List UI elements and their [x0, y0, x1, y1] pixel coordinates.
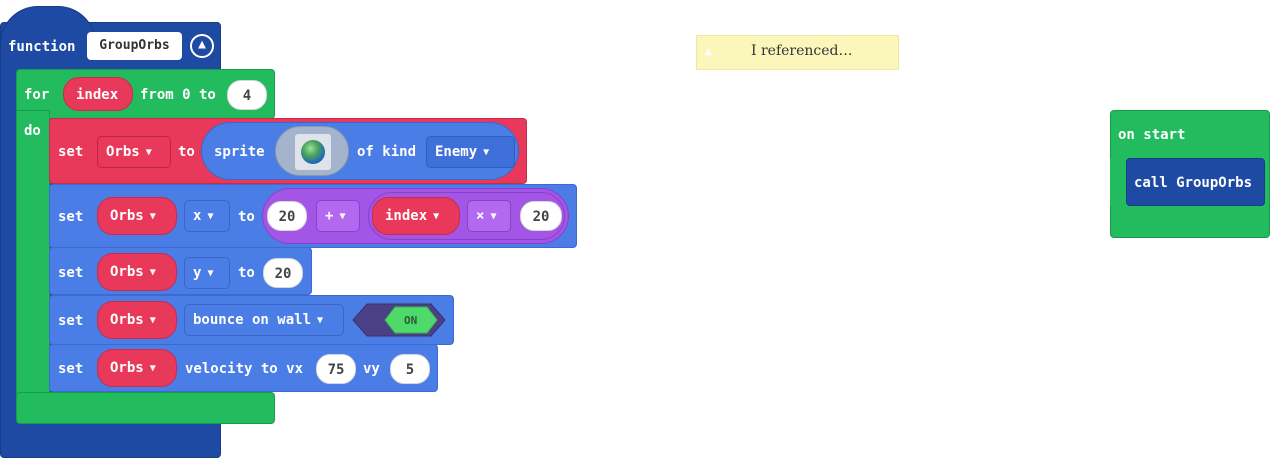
caret-down-icon: ▼ — [145, 147, 152, 158]
operator-dropdown-label: + — [325, 208, 334, 224]
caret-down-icon: ▼ — [207, 268, 214, 279]
for-loop-bottom — [16, 392, 275, 424]
function-keyword: function — [8, 39, 76, 55]
property-dropdown-label: x — [193, 208, 202, 224]
for-range-label: from 0 to — [140, 87, 216, 103]
call-function-label: call GroupOrbs — [1134, 175, 1253, 191]
loop-variable-index[interactable]: index — [63, 77, 133, 111]
caret-down-icon: ▼ — [149, 267, 156, 278]
caret-down-icon: ▼ — [490, 211, 497, 222]
toggle-state-label: ON — [404, 314, 418, 327]
property-dropdown-y[interactable]: y ▼ — [184, 257, 230, 289]
variable-dropdown-orbs[interactable]: Orbs ▼ — [97, 136, 171, 168]
vy-label: vy — [363, 361, 380, 377]
index-variable-label: index — [385, 208, 428, 224]
orb-icon — [301, 140, 325, 164]
on-start-notch — [1110, 158, 1124, 206]
index-variable[interactable]: index ▼ — [372, 197, 460, 235]
set-label: set — [58, 209, 84, 225]
set-label: set — [58, 265, 84, 281]
to-label: to — [178, 144, 195, 160]
variable-dropdown-orbs[interactable]: Orbs ▼ — [97, 301, 177, 339]
caret-down-icon: ▼ — [207, 211, 214, 222]
flag-dropdown-label: bounce on wall — [193, 312, 312, 328]
comment-collapse-icon[interactable]: ▲ — [705, 47, 712, 57]
variable-dropdown-label: Orbs — [106, 144, 140, 160]
y-value-input[interactable]: 20 — [263, 258, 303, 288]
comment-note[interactable]: ▲ I referenced… — [696, 35, 899, 70]
sprite-image-picker[interactable] — [275, 126, 349, 176]
set-label: set — [58, 144, 84, 160]
sprite-thumbnail — [295, 134, 331, 170]
velocity-label: velocity to vx — [185, 361, 304, 377]
caret-down-icon: ▼ — [317, 315, 324, 326]
loop-end-input[interactable]: 4 — [227, 80, 267, 110]
property-dropdown-label: y — [193, 265, 202, 281]
operator-dropdown-label: × — [476, 208, 485, 224]
vy-input[interactable]: 5 — [390, 354, 430, 384]
flag-dropdown[interactable]: bounce on wall ▼ — [184, 304, 344, 336]
of-kind-label: of kind — [357, 144, 417, 160]
to-label: to — [238, 209, 255, 225]
do-label: do — [24, 123, 41, 139]
function-name-field[interactable]: GroupOrbs — [87, 32, 182, 60]
operator-dropdown-multiply[interactable]: × ▼ — [467, 200, 511, 232]
variable-dropdown-label: Orbs — [110, 208, 144, 224]
caret-down-icon: ▼ — [149, 211, 156, 222]
variable-dropdown-orbs[interactable]: Orbs ▼ — [97, 349, 177, 387]
caret-down-icon: ▼ — [149, 315, 156, 326]
on-off-toggle[interactable] — [351, 302, 447, 338]
for-loop-spine — [16, 110, 50, 420]
caret-down-icon: ▼ — [433, 211, 440, 222]
caret-down-icon: ▼ — [149, 363, 156, 374]
set-label: set — [58, 361, 84, 377]
variable-dropdown-label: Orbs — [110, 360, 144, 376]
for-keyword: for — [24, 87, 50, 103]
variable-dropdown-label: Orbs — [110, 264, 144, 280]
operator-dropdown-add[interactable]: + ▼ — [316, 200, 360, 232]
comment-text: I referenced… — [751, 43, 853, 59]
caret-down-icon: ▼ — [483, 147, 490, 158]
variable-dropdown-label: Orbs — [110, 312, 144, 328]
second-operand-input[interactable]: 20 — [520, 201, 562, 231]
variable-dropdown-orbs[interactable]: Orbs ▼ — [97, 197, 177, 235]
vx-input[interactable]: 75 — [316, 354, 356, 384]
property-dropdown-x[interactable]: x ▼ — [184, 200, 230, 232]
to-label: to — [238, 265, 255, 281]
set-label: set — [58, 313, 84, 329]
on-start-label: on start — [1118, 127, 1186, 143]
kind-dropdown[interactable]: Enemy ▼ — [426, 136, 515, 168]
sprite-label: sprite — [214, 144, 265, 160]
caret-down-icon: ▼ — [339, 211, 346, 222]
kind-dropdown-label: Enemy — [435, 144, 478, 160]
chevron-up-icon[interactable]: ▲ — [190, 34, 214, 58]
first-operand-input[interactable]: 20 — [267, 201, 307, 231]
variable-dropdown-orbs[interactable]: Orbs ▼ — [97, 253, 177, 291]
